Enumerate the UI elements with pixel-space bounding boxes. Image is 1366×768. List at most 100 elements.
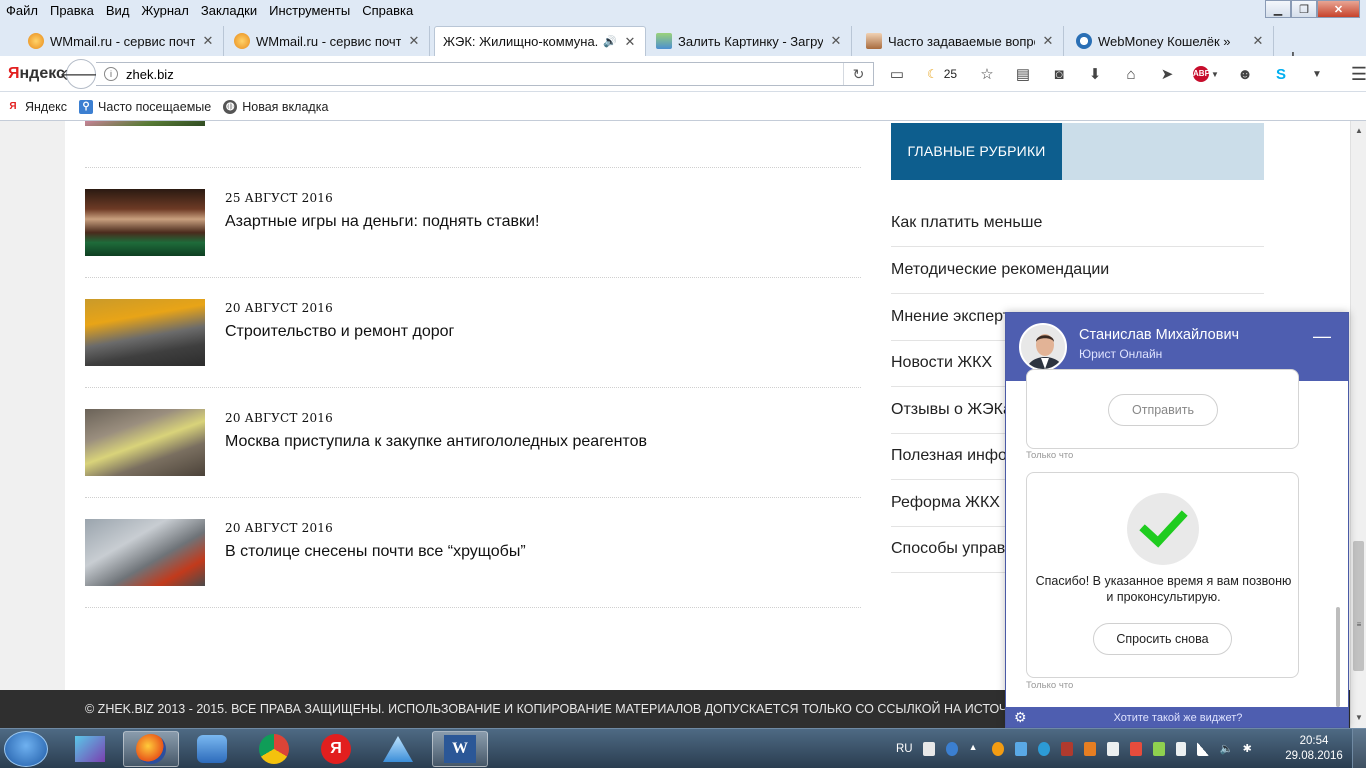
bookmark-star-icon[interactable]: ☆: [974, 62, 1000, 86]
hamburger-menu-icon[interactable]: ☰: [1346, 62, 1366, 86]
scroll-thumb[interactable]: [1353, 541, 1364, 671]
news-thumbnail[interactable]: [85, 409, 205, 476]
speaker-icon[interactable]: 🔊: [603, 35, 617, 48]
menu-edit[interactable]: Правка: [44, 3, 100, 18]
page-scrollbar[interactable]: ▲ ≡ ▼: [1350, 121, 1366, 728]
tray-app-icon[interactable]: [922, 742, 935, 756]
info-icon[interactable]: i: [104, 67, 118, 81]
start-button[interactable]: [4, 731, 48, 767]
scroll-up-icon[interactable]: ▲: [1351, 123, 1366, 139]
close-tab-icon[interactable]: ✕: [623, 34, 637, 50]
reading-list-icon[interactable]: ▤: [1010, 62, 1036, 86]
news-thumbnail[interactable]: [85, 121, 205, 126]
tray-app-icon[interactable]: [1083, 742, 1096, 756]
menu-tools[interactable]: Инструменты: [263, 3, 356, 18]
widget-promo-link[interactable]: Хотите такой же виджет?: [1006, 707, 1348, 727]
home-icon[interactable]: ⌂: [1118, 62, 1144, 86]
taskbar: Я W RU ▲ 🔈 ✱ 20:54 29.08.2016: [0, 728, 1366, 768]
weather-widget[interactable]: ☾ 25: [920, 62, 964, 86]
chat-bubble-icon[interactable]: ☻: [1232, 62, 1258, 86]
minimize-chat-icon[interactable]: —: [1312, 327, 1332, 347]
back-button[interactable]: 🡐: [60, 59, 102, 89]
chat-scrollbar[interactable]: [1336, 607, 1340, 707]
network-signal-icon[interactable]: [1196, 742, 1209, 756]
yandex-logo[interactable]: Яндекс: [8, 65, 65, 83]
bookmark-frequent[interactable]: ⚲ Часто посещаемые: [79, 99, 211, 114]
tab-faq[interactable]: Часто задаваемые вопрос... ✕: [858, 26, 1064, 56]
flag-icon[interactable]: [1175, 742, 1186, 756]
message-timestamp: Только что: [1026, 680, 1074, 691]
tab-title: WebMoney Кошелёк »: [1098, 33, 1231, 49]
close-tab-icon[interactable]: ✕: [201, 33, 215, 49]
pocket-icon[interactable]: ◙: [1046, 62, 1072, 86]
rubrics-tab[interactable]: ГЛАВНЫЕ РУБРИКИ: [891, 123, 1062, 180]
scroll-down-icon[interactable]: ▼: [1351, 710, 1366, 726]
show-desktop-button[interactable]: [1352, 729, 1366, 768]
close-window-icon[interactable]: ✕: [1317, 0, 1360, 18]
news-title-link[interactable]: Строительство и ремонт дорог: [225, 323, 454, 341]
news-thumbnail[interactable]: [85, 519, 205, 586]
chevron-down-icon[interactable]: ▼: [1304, 62, 1330, 86]
minimize-icon[interactable]: ▁: [1265, 0, 1291, 18]
gear-icon[interactable]: ⚙: [1014, 709, 1027, 726]
rubric-link[interactable]: Как платить меньше: [891, 200, 1264, 247]
tab-title: ЖЭК: Жилищно-коммуна...: [443, 34, 600, 49]
menu-history[interactable]: Журнал: [135, 3, 194, 18]
volume-app-icon[interactable]: [184, 731, 240, 767]
word-app-icon[interactable]: W: [432, 731, 488, 767]
tab-wmmail-2[interactable]: WMmail.ru - сервис почт... ✕: [226, 26, 430, 56]
speaker-icon[interactable]: 🔈: [1220, 742, 1234, 756]
news-title-link[interactable]: Азартные игры на деньги: поднять ставки!: [225, 213, 539, 231]
maximize-icon[interactable]: ❐: [1291, 0, 1317, 18]
menu-file[interactable]: Файл: [0, 3, 44, 18]
wmmail-icon: [28, 33, 44, 49]
bluetooth-icon[interactable]: ✱: [1243, 742, 1255, 756]
ask-again-button[interactable]: Спросить снова: [1093, 623, 1232, 655]
tray-app-icon[interactable]: [1129, 742, 1142, 756]
news-thumbnail[interactable]: [85, 299, 205, 366]
firefox-app-icon[interactable]: [123, 731, 179, 767]
bookmark-new-tab[interactable]: ◍ Новая вкладка: [223, 99, 328, 114]
tab-zhek[interactable]: ЖЭК: Жилищно-коммуна... 🔊 ✕: [434, 26, 646, 56]
chat-agent-role: Юрист Онлайн: [1079, 347, 1163, 361]
help-icon[interactable]: [945, 742, 958, 756]
tray-app-icon[interactable]: [1037, 742, 1050, 756]
tab-webmoney[interactable]: WebMoney Кошелёк » ✕: [1068, 26, 1274, 56]
vpn-app-icon[interactable]: [62, 731, 118, 767]
send-icon[interactable]: ➤: [1154, 62, 1180, 86]
clock[interactable]: 20:54 29.08.2016: [1284, 734, 1344, 764]
rubric-link[interactable]: Методические рекомендации: [891, 247, 1264, 294]
chevron-up-icon[interactable]: ▲: [969, 742, 981, 756]
news-title-link[interactable]: Москва приступила к закупке антигололедн…: [225, 433, 647, 451]
tab-wmmail-1[interactable]: WMmail.ru - сервис почт... ✕: [20, 26, 224, 56]
language-indicator[interactable]: RU: [896, 743, 913, 755]
screenshot-icon[interactable]: ▭: [884, 62, 910, 86]
menu-view[interactable]: Вид: [100, 3, 136, 18]
adblock-icon[interactable]: ABP ▼: [1190, 62, 1222, 86]
close-tab-icon[interactable]: ✕: [1251, 33, 1265, 49]
close-tab-icon[interactable]: ✕: [1041, 33, 1055, 49]
tray-app-icon[interactable]: [1014, 742, 1027, 756]
download-icon[interactable]: ⬇: [1082, 62, 1108, 86]
menu-bookmarks[interactable]: Закладки: [195, 3, 263, 18]
menu-help[interactable]: Справка: [356, 3, 419, 18]
news-title-link[interactable]: В столице снесены почти все “хрущобы”: [225, 543, 526, 561]
tray-app-icon[interactable]: [991, 742, 1004, 756]
tab-image-upload[interactable]: Залить Картинку - Загруз... ✕: [648, 26, 852, 56]
explorer-app-icon[interactable]: [370, 731, 426, 767]
close-tab-icon[interactable]: ✕: [829, 33, 843, 49]
image-upload-icon: [656, 33, 672, 49]
yandex-browser-app-icon[interactable]: Я: [308, 731, 364, 767]
news-thumbnail[interactable]: [85, 189, 205, 256]
tray-app-icon[interactable]: [1152, 742, 1165, 756]
bookmark-yandex[interactable]: Я Яндекс: [6, 100, 67, 114]
news-item: 20 АВГУСТ 2016 Москва приступила к закуп…: [85, 388, 861, 498]
reload-icon[interactable]: ↻: [843, 63, 873, 85]
close-tab-icon[interactable]: ✕: [407, 33, 421, 49]
tray-app-icon[interactable]: [1106, 742, 1119, 756]
url-input[interactable]: [126, 66, 843, 82]
tray-app-icon[interactable]: [1060, 742, 1073, 756]
skype-icon[interactable]: S: [1268, 62, 1294, 86]
chrome-app-icon[interactable]: [246, 731, 302, 767]
send-button[interactable]: Отправить: [1108, 394, 1218, 426]
